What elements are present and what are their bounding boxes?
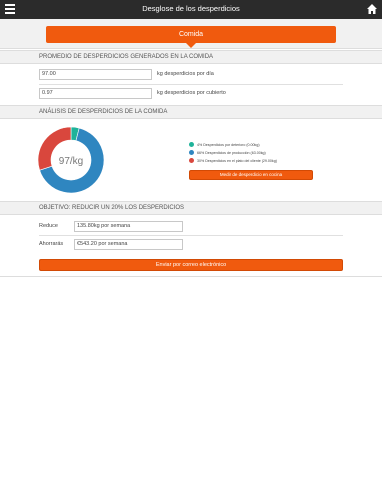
home-icon[interactable] <box>366 3 378 15</box>
save-label: Ahorrarás <box>39 241 64 247</box>
waste-donut-chart: 97/kg <box>37 126 105 194</box>
divider <box>39 84 343 85</box>
reduce-field[interactable]: 135.80kg por semana <box>74 221 183 232</box>
section-header-objetivo: OBJETIVO: REDUCIR UN 20% LOS DESPERDICIO… <box>0 201 382 215</box>
segment-caret-icon <box>186 43 196 48</box>
legend-dot <box>189 150 194 155</box>
per-day-label: kg desperdicios por día <box>157 71 214 77</box>
legend-text: 4% Desperdicios por deterioro (0.00kg) <box>197 142 260 147</box>
divider <box>0 276 382 277</box>
per-cover-field[interactable]: 0.97 <box>39 88 152 99</box>
send-email-button[interactable]: Enviar por correo electrónico <box>39 259 343 271</box>
page-title: Desglose de los desperdicios <box>142 4 240 13</box>
donut-center-label: 97/kg <box>59 156 83 167</box>
save-field[interactable]: €543.20 por semana <box>74 239 183 250</box>
legend-dot <box>189 142 194 147</box>
legend-dot <box>189 158 194 163</box>
reduce-label: Reduce <box>39 223 58 229</box>
per-cover-label: kg desperdicios por cubierto <box>157 90 226 96</box>
top-bar: Desglose de los desperdicios <box>0 0 382 19</box>
legend-text: 30% Desperdicios en el plato del cliente… <box>197 158 277 163</box>
section-header-promedio: PROMEDIO DE DESPERDICIOS GENERADOS EN LA… <box>0 50 382 64</box>
legend-text: 66% Desperdicios de producción (63.00kg) <box>197 150 266 155</box>
segment-comida[interactable]: Comida <box>46 26 336 43</box>
segment-bar: Comida <box>0 19 382 49</box>
measure-kitchen-waste-button[interactable]: Medir de desperdicio en cocina <box>189 170 313 180</box>
per-day-field[interactable]: 97.00 <box>39 69 152 80</box>
divider <box>39 235 343 236</box>
section-header-analisis: ANÁLISIS DE DESPERDICIOS DE LA COMIDA <box>0 105 382 119</box>
